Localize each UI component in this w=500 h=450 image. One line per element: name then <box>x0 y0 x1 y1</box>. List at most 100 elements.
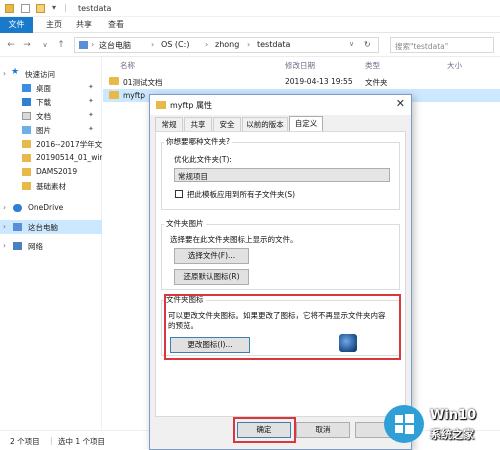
sidebar-label: 快速访问 <box>25 70 55 79</box>
title-separator: | <box>64 3 67 12</box>
pin-icon: ✦ <box>88 97 94 105</box>
folder-icon <box>109 77 119 85</box>
tab-customize[interactable]: 自定义 <box>289 116 323 131</box>
breadcrumb-chevron-icon[interactable]: › <box>151 40 154 49</box>
folder-icon <box>22 168 31 176</box>
chevron-down-icon: ⌄ <box>178 170 185 179</box>
sidebar-label: 下载 <box>36 98 51 107</box>
file-name: 01测试文档 <box>123 78 163 87</box>
up-arrow-icon[interactable]: ↑ <box>54 38 68 52</box>
cancel-button[interactable]: 取消 <box>296 422 350 438</box>
ribbon-tab-home[interactable]: 主页 <box>40 17 68 33</box>
sidebar-item-this-pc[interactable]: › 这台电脑 <box>0 220 102 234</box>
address-dropdown-icon[interactable]: ∨ <box>349 40 354 48</box>
breadcrumb-chevron-icon[interactable]: › <box>91 40 94 49</box>
sidebar-item-folder-1[interactable]: 2016--2017学年文 <box>0 137 102 151</box>
network-icon <box>13 242 22 250</box>
pin-icon: ✦ <box>88 125 94 133</box>
sidebar-label: 2016--2017学年文 <box>36 140 102 149</box>
tab-previous-versions[interactable]: 以前的版本 <box>242 117 288 131</box>
refresh-icon[interactable]: ↻ <box>364 40 371 49</box>
download-icon <box>22 98 31 106</box>
dialog-title: myftp 属性 <box>170 101 212 110</box>
properties-dialog: myftp 属性 ✕ 常规 共享 安全 以前的版本 自定义 你想要哪种文件夹? … <box>149 94 412 450</box>
expand-chevron-icon[interactable]: › <box>3 203 6 212</box>
close-icon[interactable]: ✕ <box>396 97 405 110</box>
recent-locations-chevron-icon[interactable]: ∨ <box>38 38 52 52</box>
sidebar-item-downloads[interactable]: 下载 ✦ <box>0 95 102 109</box>
sidebar-item-folder-3[interactable]: DAMS2019 <box>0 165 102 179</box>
sidebar-item-desktop[interactable]: 桌面 ✦ <box>0 81 102 95</box>
folder-icon <box>22 154 31 162</box>
picture-icon <box>22 126 31 134</box>
forward-arrow-icon[interactable]: → <box>20 38 34 52</box>
file-name: myftp <box>123 91 145 100</box>
expand-chevron-icon[interactable]: › <box>3 241 6 250</box>
sidebar-item-network[interactable]: › 网络 <box>0 239 102 253</box>
breadcrumb-drive[interactable]: OS (C:) <box>161 40 189 49</box>
file-type: 文件夹 <box>365 78 388 87</box>
highlight-box-icon-group <box>164 294 401 360</box>
sidebar-label: 文档 <box>36 112 51 121</box>
column-header-date[interactable]: 修改日期 <box>285 60 315 71</box>
apply-subfolders-label: 把此模板应用到所有子文件夹(S) <box>187 190 296 199</box>
folder-icon <box>22 182 31 190</box>
new-folder-quick-icon[interactable] <box>36 4 45 13</box>
tab-sharing[interactable]: 共享 <box>184 117 212 131</box>
breadcrumb-zhong[interactable]: zhong <box>215 40 239 49</box>
document-icon <box>22 112 31 120</box>
apply-subfolders-checkbox[interactable] <box>175 190 183 198</box>
folder-icon <box>5 4 14 13</box>
expand-chevron-icon[interactable]: › <box>3 222 6 231</box>
sidebar-item-folder-2[interactable]: 20190514_01_wir <box>0 151 102 165</box>
folder-icon <box>156 101 166 109</box>
watermark-subtitle: 系统之家 <box>430 428 474 441</box>
expand-chevron-icon[interactable]: › <box>3 69 6 78</box>
sidebar-item-pictures[interactable]: 图片 ✦ <box>0 123 102 137</box>
status-separator: | <box>92 436 95 445</box>
sidebar-label: DAMS2019 <box>36 167 78 176</box>
properties-quick-icon[interactable] <box>21 4 30 13</box>
search-input[interactable]: 搜索"testdata" <box>390 37 494 53</box>
optimize-folder-select[interactable]: 常规项目 ⌄ <box>174 168 390 182</box>
breadcrumb-this-pc[interactable]: 这台电脑 <box>99 40 131 51</box>
choose-file-button[interactable]: 选择文件(F)... <box>174 248 249 264</box>
pin-icon: ✦ <box>88 111 94 119</box>
sidebar-label: 图片 <box>36 126 51 135</box>
star-icon: ★ <box>11 67 20 77</box>
navigation-pane: › ★ 快速访问 桌面 ✦ 下载 ✦ 文档 ✦ 图片 ✦ 2016--2017学… <box>0 57 102 430</box>
folder-icon <box>109 91 119 99</box>
sidebar-item-documents[interactable]: 文档 ✦ <box>0 109 102 123</box>
breadcrumb-chevron-icon[interactable]: › <box>205 40 208 49</box>
breadcrumb-testdata[interactable]: testdata <box>257 40 290 49</box>
tab-general[interactable]: 常规 <box>155 117 183 131</box>
sidebar-label: 桌面 <box>36 84 51 93</box>
navigation-bar: ← → ∨ ↑ › 这台电脑 › OS (C:) › zhong › testd… <box>0 33 500 57</box>
this-pc-icon <box>79 41 88 49</box>
file-row[interactable]: 01测试文档 2019-04-13 19:55 文件夹 <box>103 75 500 88</box>
tab-security[interactable]: 安全 <box>213 117 241 131</box>
back-arrow-icon[interactable]: ← <box>4 38 18 52</box>
customize-quick-access-icon[interactable]: ▾ <box>52 3 56 12</box>
sidebar-item-quick-access[interactable]: › ★ 快速访问 <box>0 67 102 81</box>
search-placeholder: 搜索"testdata" <box>395 42 449 51</box>
address-bar[interactable]: › 这台电脑 › OS (C:) › zhong › testdata ∨ ↻ <box>74 37 379 53</box>
cloud-icon <box>13 204 22 212</box>
column-header-size[interactable]: 大小 <box>447 60 462 71</box>
sidebar-item-onedrive[interactable]: › OneDrive <box>0 201 102 215</box>
restore-default-button[interactable]: 还原默认图标(R) <box>174 269 249 285</box>
highlight-box-ok <box>233 417 296 443</box>
item-count: 2 个项目 <box>10 437 40 446</box>
ribbon-tab-view[interactable]: 查看 <box>102 17 130 33</box>
explorer-titlebar: ▾ | testdata <box>0 0 500 17</box>
group-title: 你想要哪种文件夹? <box>164 136 232 147</box>
sidebar-item-folder-4[interactable]: 基础素材 <box>0 179 102 193</box>
ribbon-tab-file[interactable]: 文件 <box>0 17 33 33</box>
win10-logo-icon <box>384 405 424 443</box>
breadcrumb-chevron-icon[interactable]: › <box>247 40 250 49</box>
customize-panel: 你想要哪种文件夹? 优化此文件夹(T): 常规项目 ⌄ 把此模板应用到所有子文件… <box>155 131 406 417</box>
ribbon-tab-share[interactable]: 共享 <box>70 17 98 33</box>
column-header-name[interactable]: 名称 <box>120 60 135 71</box>
column-header-type[interactable]: 类型 <box>365 60 380 71</box>
watermark-brand: Win10 <box>430 408 477 423</box>
